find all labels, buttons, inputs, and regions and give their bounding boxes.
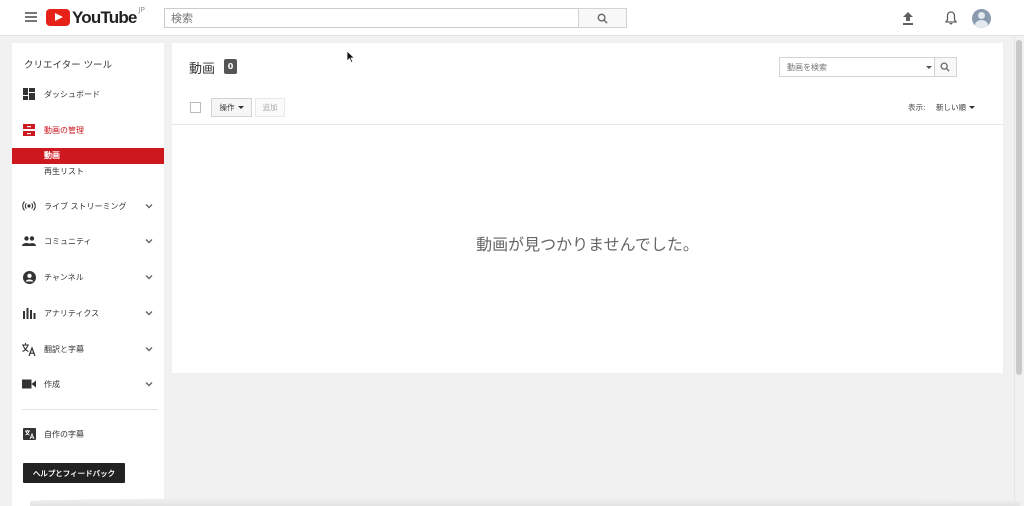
search-button[interactable] xyxy=(578,8,627,28)
analytics-icon xyxy=(22,306,36,320)
sidebar-item-community[interactable]: コミュニティ xyxy=(12,232,164,250)
help-feedback-button[interactable]: ヘルプとフィードバック xyxy=(23,463,125,483)
sidebar-item-dashboard[interactable]: ダッシュボード xyxy=(12,85,164,103)
sidebar-item-label: アナリティクス xyxy=(44,308,100,318)
caret-down-icon xyxy=(237,106,244,109)
bottom-shadow xyxy=(30,498,1020,506)
sidebar-item-label: 翻訳と字幕 xyxy=(44,344,84,354)
chevron-down-icon xyxy=(145,347,153,352)
sidebar-item-video-manager[interactable]: 動画の管理 xyxy=(12,121,164,139)
notifications-button[interactable] xyxy=(943,10,959,26)
sidebar-item-analytics[interactable]: アナリティクス xyxy=(12,304,164,322)
caret-down-icon xyxy=(926,65,933,69)
youtube-play-icon xyxy=(46,9,70,26)
channel-icon xyxy=(22,270,36,284)
sort-value: 新しい順 xyxy=(936,103,966,112)
chevron-down-icon xyxy=(145,382,153,387)
upload-icon xyxy=(903,11,913,25)
search-options-dropdown[interactable] xyxy=(924,58,934,76)
community-icon xyxy=(22,234,36,248)
sidebar-item-label: ライブ ストリーミング xyxy=(44,201,127,211)
search-icon xyxy=(940,62,951,72)
sidebar-item-create[interactable]: 作成 xyxy=(12,375,164,393)
bell-icon xyxy=(945,11,957,25)
sort-label: 表示: xyxy=(908,103,926,112)
video-search xyxy=(779,57,957,77)
actions-label: 操作 xyxy=(219,103,235,112)
chevron-down-icon xyxy=(145,204,153,209)
chevron-down-icon xyxy=(145,239,153,244)
camera-icon xyxy=(22,377,36,391)
sort-dropdown[interactable]: 新しい順 xyxy=(936,102,975,113)
sidebar-item-your-subtitles[interactable]: 自作の字幕 xyxy=(12,425,164,443)
sidebar-divider xyxy=(22,409,158,410)
select-all-checkbox[interactable] xyxy=(190,102,201,113)
add-button[interactable]: 追加 xyxy=(255,98,285,117)
sidebar-subitem-playlists[interactable]: 再生リスト xyxy=(12,164,164,180)
translate-icon xyxy=(22,342,36,356)
avatar[interactable] xyxy=(972,9,991,28)
video-manager-icon xyxy=(22,123,36,137)
video-count-badge: 0 xyxy=(224,59,237,74)
logo-region: JP xyxy=(138,6,145,14)
sidebar-item-label: コミュニティ xyxy=(44,236,92,246)
upload-button[interactable] xyxy=(900,10,916,26)
sidebar-title: クリエイター ツール xyxy=(24,60,113,71)
subtitles-icon xyxy=(22,427,36,441)
video-search-button[interactable] xyxy=(933,58,956,76)
sidebar-subitem-videos[interactable]: 動画 xyxy=(12,148,164,164)
live-icon xyxy=(22,199,36,213)
actions-dropdown-button[interactable]: 操作 xyxy=(211,98,252,117)
sidebar-item-translations[interactable]: 翻訳と字幕 xyxy=(12,340,164,358)
sidebar-item-label: 動画の管理 xyxy=(44,125,84,135)
sidebar-item-label: ダッシュボード xyxy=(44,89,100,99)
sidebar-item-label: 作成 xyxy=(44,379,60,389)
mouse-cursor-icon xyxy=(346,50,356,64)
video-manager-panel: 動画 0 操作 追加 表示: 新しい順 動画が見つかりませんでした。 xyxy=(172,43,1003,373)
dashboard-icon xyxy=(22,87,36,101)
youtube-logo[interactable]: YouTube JP xyxy=(46,6,145,27)
video-search-input[interactable] xyxy=(780,58,925,76)
chevron-down-icon xyxy=(145,311,153,316)
search-icon xyxy=(597,13,608,24)
logo-text: YouTube xyxy=(72,8,137,27)
caret-down-icon xyxy=(969,106,975,109)
top-bar: YouTube JP xyxy=(0,0,1024,36)
sidebar-item-label: チャンネル xyxy=(44,272,84,282)
toolbar-divider xyxy=(172,124,1003,125)
menu-icon[interactable] xyxy=(25,12,37,22)
page-title: 動画 xyxy=(189,62,216,77)
search-input[interactable] xyxy=(164,8,579,28)
sidebar-item-label: 自作の字幕 xyxy=(44,429,84,439)
sidebar-item-channel[interactable]: チャンネル xyxy=(12,268,164,286)
empty-state-message: 動画が見つかりませんでした。 xyxy=(476,235,699,254)
chevron-down-icon xyxy=(145,275,153,280)
sidebar: クリエイター ツール ダッシュボード 動画の管理 動画 再生リスト ライブ スト… xyxy=(12,43,164,506)
scrollbar-thumb[interactable] xyxy=(1016,40,1022,375)
sidebar-item-live[interactable]: ライブ ストリーミング xyxy=(12,197,164,215)
